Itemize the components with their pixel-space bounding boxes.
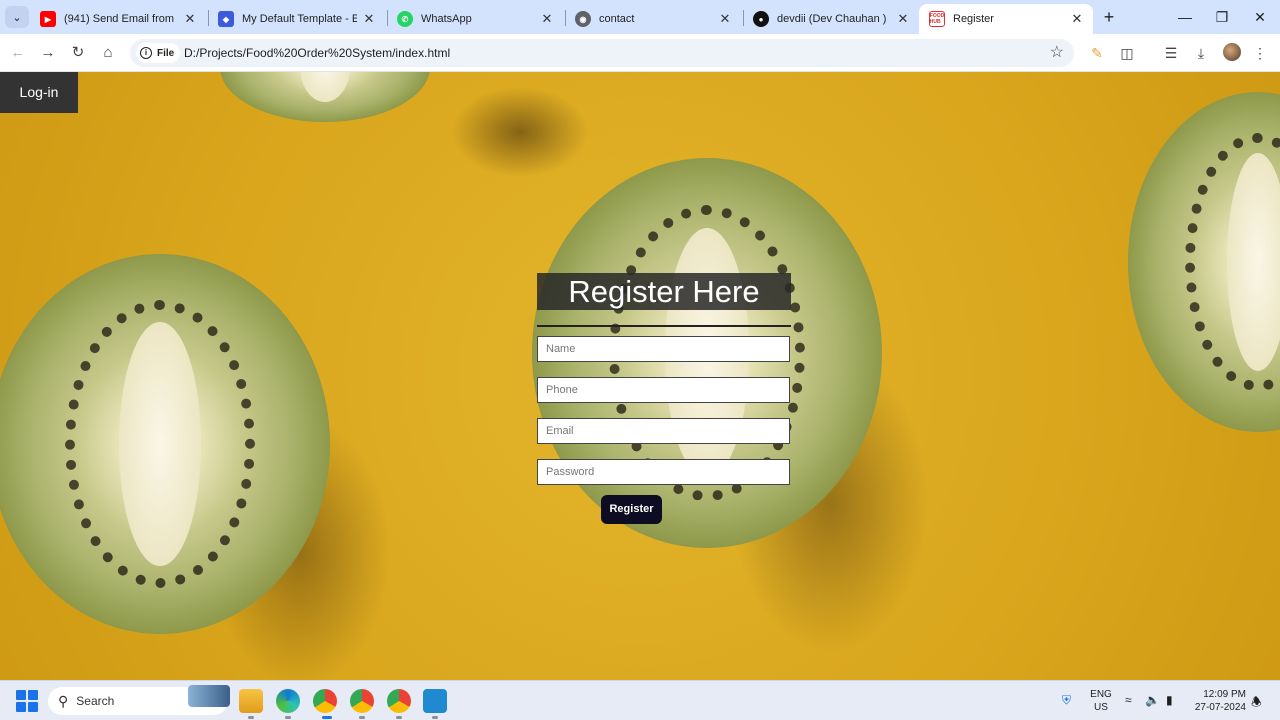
profile-avatar[interactable]	[1223, 43, 1241, 61]
site-info-chip[interactable]: i File	[136, 43, 181, 63]
url-text[interactable]: D:/Projects/Food%20Order%20System/index.…	[184, 46, 450, 60]
foodhub-icon: FOOD HUB	[929, 11, 945, 27]
menu-kebab-icon[interactable]: ⋮	[1250, 43, 1270, 63]
tab-contact[interactable]: ◉ contact ✕	[565, 4, 741, 34]
back-button[interactable]: ←	[7, 42, 29, 64]
close-window-button[interactable]: ✕	[1248, 6, 1272, 28]
password-field[interactable]	[537, 459, 790, 485]
vscode-icon[interactable]	[423, 689, 447, 713]
clock-date: 27-07-2024	[1194, 702, 1246, 713]
windows-start-icon[interactable]	[16, 690, 38, 712]
chrome-profile-icon[interactable]	[387, 689, 411, 713]
clock-time: 12:09 PM	[1203, 689, 1246, 700]
youtube-icon: ▶	[40, 11, 56, 27]
notification-bell-icon[interactable]: 🕭	[1251, 693, 1262, 714]
register-button[interactable]: Register	[601, 495, 662, 524]
title-divider	[537, 325, 791, 327]
edge-icon[interactable]	[276, 689, 300, 713]
globe-icon: ◉	[575, 11, 591, 27]
minimize-icon: —	[1178, 9, 1192, 25]
tab-label: (941) Send Email from HTM	[64, 13, 178, 25]
whatsapp-icon: ✆	[397, 11, 413, 27]
language-indicator[interactable]: ENG US	[1089, 688, 1113, 714]
tab-label: Register	[953, 13, 994, 25]
page-title: Register Here	[537, 273, 791, 310]
reload-icon: ↻	[71, 44, 85, 61]
close-icon[interactable]: ✕	[539, 11, 555, 27]
taskbar: ⚲ Search ⛨ ENG US ≈ 🔈 ▮ 12:09 PM 27-07-2…	[0, 680, 1280, 720]
plus-icon: +	[1103, 7, 1115, 27]
login-button[interactable]: Log-in	[0, 72, 78, 113]
address-bar[interactable]: i File D:/Projects/Food%20Order%20System…	[130, 39, 1074, 67]
app-indicator	[285, 716, 291, 719]
close-icon[interactable]: ✕	[1069, 11, 1085, 27]
wifi-icon[interactable]: ≈	[1125, 693, 1132, 707]
home-button[interactable]: ⌂	[97, 42, 119, 64]
chevron-down-icon: ⌄	[12, 11, 22, 24]
restore-icon: ❐	[1215, 9, 1229, 25]
tab-register[interactable]: FOOD HUB Register ✕	[919, 4, 1093, 34]
tab-github[interactable]: ● devdii (Dev Chauhan ) ✕	[743, 4, 919, 34]
security-shield-icon[interactable]: ⛨	[1062, 693, 1071, 708]
tab-label: devdii (Dev Chauhan )	[777, 13, 887, 25]
clock[interactable]: 12:09 PM 27-07-2024	[1188, 688, 1246, 714]
tab-email-template[interactable]: ◆ My Default Template - Ema ✕	[208, 4, 385, 34]
file-label: File	[157, 47, 175, 59]
app-indicator	[359, 716, 365, 719]
new-tab-button[interactable]: +	[1098, 7, 1120, 29]
forward-button[interactable]: →	[37, 42, 59, 64]
template-icon: ◆	[218, 11, 234, 27]
email-field[interactable]	[537, 418, 790, 444]
language-code: ENG	[1090, 689, 1112, 700]
tab-youtube[interactable]: ▶ (941) Send Email from HTM ✕	[30, 4, 206, 34]
bookmark-star-icon[interactable]: ☆	[1050, 42, 1064, 62]
phone-field[interactable]	[537, 377, 790, 403]
volume-muted-icon[interactable]: 🔈	[1145, 693, 1160, 707]
kiwi-image	[1128, 92, 1280, 432]
download-icon[interactable]: ⤓	[1191, 43, 1211, 63]
close-icon[interactable]: ✕	[361, 11, 377, 27]
chrome-profile-icon[interactable]	[350, 689, 374, 713]
info-icon: i	[140, 47, 152, 59]
close-icon[interactable]: ✕	[182, 11, 198, 27]
close-icon: ✕	[1254, 9, 1266, 25]
home-icon: ⌂	[103, 44, 113, 61]
name-field[interactable]	[537, 336, 790, 362]
search-icon: ⚲	[58, 692, 69, 709]
tab-label: contact	[599, 13, 635, 25]
page-viewport: Log-in Register Here Register	[0, 72, 1280, 680]
pen-extension-icon[interactable]: ✎	[1087, 43, 1107, 63]
close-icon[interactable]: ✕	[717, 11, 733, 27]
kiwi-image	[0, 254, 330, 634]
arrow-right-icon: →	[40, 44, 56, 61]
tab-strip: ⌄ ▶ (941) Send Email from HTM ✕ ◆ My Def…	[0, 0, 1280, 34]
language-region: US	[1094, 702, 1108, 713]
minimize-button[interactable]: —	[1173, 6, 1197, 28]
reload-button[interactable]: ↻	[67, 42, 89, 64]
search-label: Search	[76, 694, 115, 708]
app-indicator	[248, 716, 254, 719]
browser-toolbar: ← → ↻ ⌂ i File D:/Projects/Food%20Order%…	[0, 34, 1280, 72]
chrome-icon[interactable]	[313, 689, 337, 713]
battery-icon[interactable]: ▮	[1166, 693, 1173, 707]
tab-search-button[interactable]: ⌄	[5, 6, 29, 28]
kiwi-image	[220, 72, 430, 122]
app-indicator	[396, 716, 402, 719]
arrow-left-icon: ←	[10, 44, 26, 61]
app-indicator	[432, 716, 438, 719]
tab-whatsapp[interactable]: ✆ WhatsApp ✕	[387, 4, 563, 34]
close-icon[interactable]: ✕	[895, 11, 911, 27]
file-explorer-icon[interactable]	[239, 689, 263, 713]
search-highlight-image	[188, 685, 230, 707]
extensions-puzzle-icon[interactable]: ◫	[1117, 43, 1137, 63]
active-app-indicator	[322, 716, 332, 719]
tab-label: My Default Template - Ema	[242, 13, 357, 25]
github-icon: ●	[753, 11, 769, 27]
restore-button[interactable]: ❐	[1210, 6, 1234, 28]
media-controls-icon[interactable]: ☰	[1161, 43, 1181, 63]
tab-label: WhatsApp	[421, 13, 472, 25]
